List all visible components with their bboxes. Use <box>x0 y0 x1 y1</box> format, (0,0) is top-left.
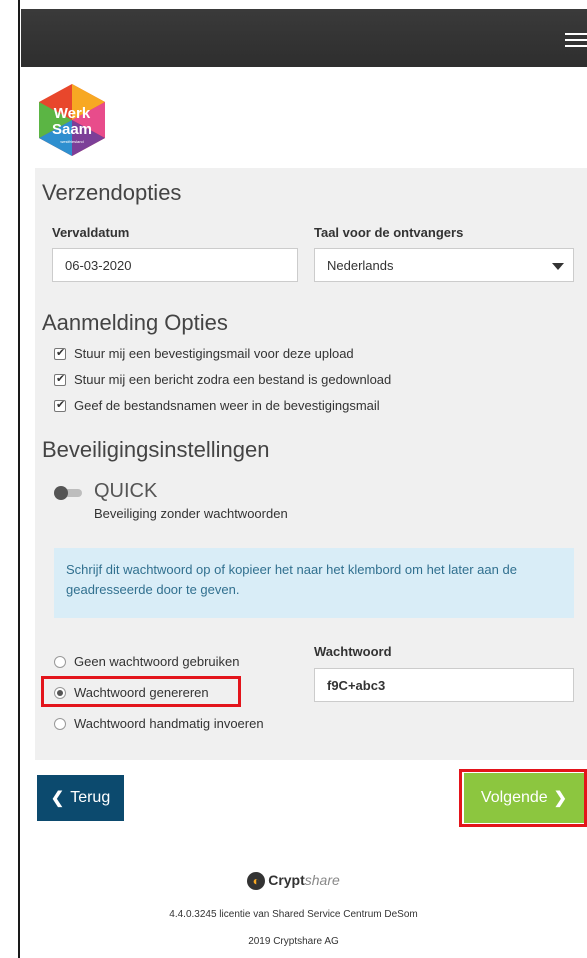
checkbox-filenames-in-mail[interactable]: Geef de bestandsnamen weer in de bevesti… <box>54 398 380 413</box>
top-navbar <box>21 9 587 67</box>
notification-options-title: Aanmelding Opties <box>42 310 228 335</box>
password-info-alert: Schrijf dit wachtwoord op of kopieer het… <box>54 548 574 618</box>
radio-label: Geen wachtwoord gebruiken <box>74 654 240 669</box>
expiry-label: Vervaldatum <box>52 225 130 240</box>
window-left-edge <box>0 0 20 958</box>
password-field[interactable]: f9C+abc3 <box>314 668 574 702</box>
radio-no-password[interactable]: Geen wachtwoord gebruiken <box>54 654 240 669</box>
checkbox-label: Geef de bestandsnamen weer in de bevesti… <box>74 398 380 413</box>
brand-bold: Crypt <box>268 872 305 888</box>
window-top-edge <box>0 0 587 9</box>
checkbox-download-notice[interactable]: Stuur mij een bericht zodra een bestand … <box>54 372 391 387</box>
checkbox-checked-icon[interactable] <box>54 372 66 386</box>
language-label: Taal voor de ontvangers <box>314 225 464 240</box>
logo-tagline: westfriesland <box>60 139 83 144</box>
next-button[interactable]: Volgende ❯ <box>464 773 584 823</box>
back-button-label: Terug <box>70 789 111 806</box>
checkbox-checked-icon[interactable] <box>54 346 66 360</box>
radio-label: Wachtwoord handmatig invoeren <box>74 716 264 731</box>
license-text: 4.4.0.3245 licentie van Shared Service C… <box>169 909 418 920</box>
copyright-text: 2019 Cryptshare AG <box>248 936 339 947</box>
checkbox-confirmation-mail[interactable]: Stuur mij een bevestigingsmail voor deze… <box>54 346 354 361</box>
checkbox-label: Stuur mij een bericht zodra een bestand … <box>74 372 392 387</box>
radio-off-icon[interactable] <box>54 655 66 668</box>
hamburger-menu-icon[interactable] <box>565 33 587 47</box>
page: Werk Saam westfriesland Verzendopties Ve… <box>0 0 587 958</box>
cryptshare-logo: ◐ Cryptshare <box>0 872 587 891</box>
logo-line2: Saam <box>52 121 92 138</box>
radio-on-icon[interactable] <box>54 686 66 699</box>
next-button-label: Volgende <box>480 789 548 806</box>
radio-label: Wachtwoord genereren <box>74 685 209 700</box>
security-mode-label: QUICK <box>94 480 158 502</box>
radio-generate-password[interactable]: Wachtwoord genereren <box>54 685 209 700</box>
expiry-date-input[interactable]: 06-03-2020 <box>52 248 298 282</box>
checkbox-label: Stuur mij een bevestigingsmail voor deze… <box>74 346 354 361</box>
werksaam-logo: Werk Saam westfriesland <box>39 84 105 156</box>
chevron-down-icon <box>552 263 564 270</box>
checkbox-checked-icon[interactable] <box>54 398 66 412</box>
send-options-title: Verzendopties <box>42 180 182 205</box>
brand-light: share <box>304 872 340 888</box>
chevron-left-icon: ❮ <box>50 790 65 807</box>
back-button[interactable]: ❮ Terug <box>37 775 124 821</box>
password-label: Wachtwoord <box>314 644 392 659</box>
logo-line1: Werk <box>54 105 91 122</box>
cryptshare-icon: ◐ <box>247 872 266 891</box>
security-mode-toggle[interactable] <box>54 486 82 500</box>
radio-off-icon[interactable] <box>54 717 66 730</box>
security-mode-description: Beveiliging zonder wachtwoorden <box>94 506 288 521</box>
security-settings-title: Beveiligingsinstellingen <box>42 437 270 462</box>
language-select[interactable]: Nederlands <box>314 248 574 282</box>
chevron-right-icon: ❯ <box>553 790 568 807</box>
radio-manual-password[interactable]: Wachtwoord handmatig invoeren <box>54 716 264 731</box>
